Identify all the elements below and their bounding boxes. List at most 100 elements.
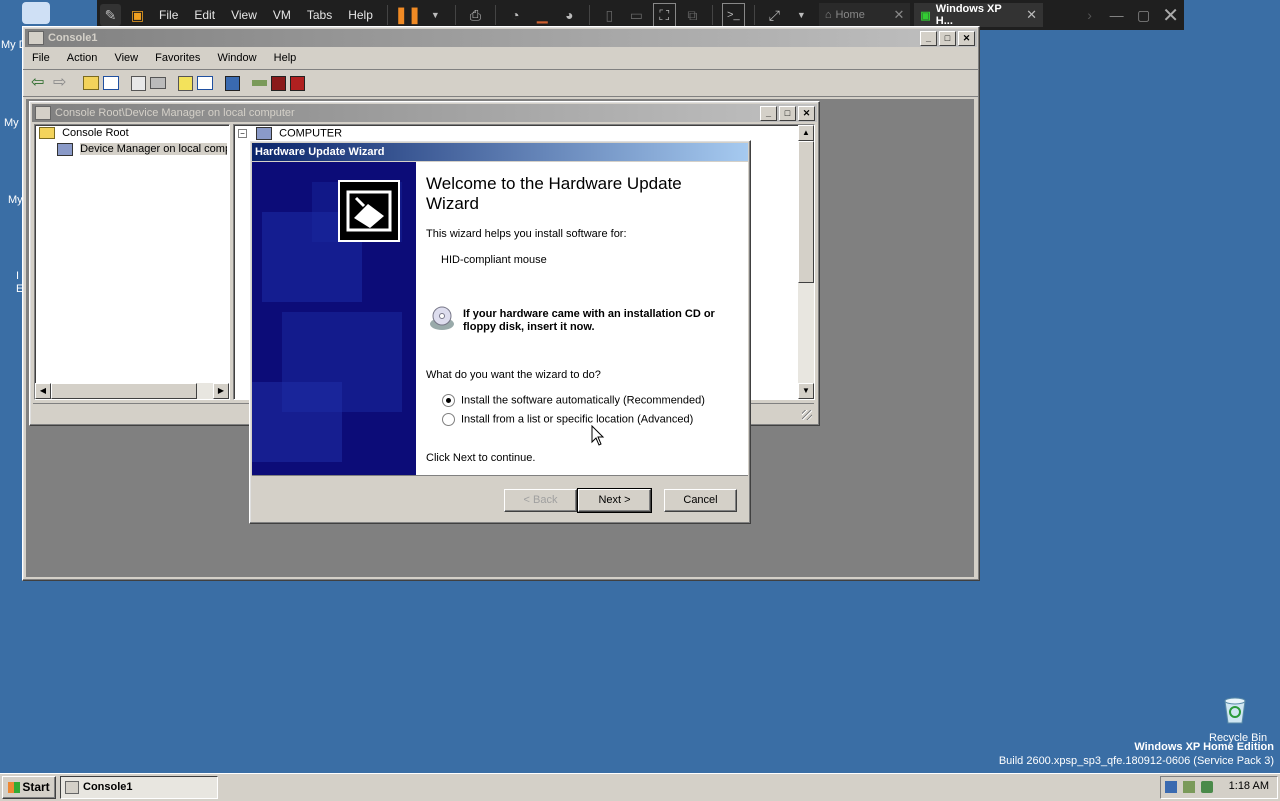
continue-hint: Click Next to continue. (426, 452, 536, 464)
option-automatic[interactable]: Install the software automatically (Reco… (442, 394, 705, 407)
show-hide-tree-icon[interactable] (103, 76, 119, 90)
console-icon[interactable]: >_ (721, 3, 745, 27)
start-button[interactable]: Start (2, 776, 56, 799)
menu-file[interactable]: File (32, 52, 50, 64)
minimize-button[interactable]: _ (920, 30, 937, 46)
desktop-icon-top[interactable] (22, 2, 50, 24)
close-button[interactable]: ✕ (798, 105, 815, 121)
vm-menu-tabs[interactable]: Tabs (307, 8, 332, 22)
clock[interactable]: 1:18 AM (1229, 780, 1269, 792)
dropdown-icon[interactable]: ▼ (791, 4, 812, 26)
vm-menu-help[interactable]: Help (348, 8, 373, 22)
close-button[interactable]: ✕ (958, 30, 975, 46)
taskbar: Start Console1 1:18 AM (0, 773, 1280, 801)
console-titlebar[interactable]: Console1 _ □ ✕ (25, 29, 977, 47)
taskbar-task-console1[interactable]: Console1 (60, 776, 218, 799)
scroll-up-button[interactable]: ▲ (798, 125, 814, 141)
scroll-thumb[interactable] (51, 383, 197, 399)
radio-automatic[interactable] (442, 394, 455, 407)
scroll-thumb[interactable] (798, 141, 814, 283)
print-icon[interactable]: ⎙ (465, 4, 486, 26)
properties-icon[interactable] (131, 75, 146, 91)
system-tray: 1:18 AM (1160, 776, 1278, 799)
wizard-titlebar[interactable]: Hardware Update Wizard (252, 143, 748, 161)
dropdown-icon[interactable]: ▼ (425, 4, 446, 26)
tab-windows-xp[interactable]: ▣ Windows XP H... ✕ (914, 3, 1044, 27)
device-vscrollbar[interactable]: ▲ ▼ (798, 125, 814, 399)
pin-icon[interactable]: ✎ (100, 4, 122, 26)
tree-item-console-root[interactable]: Console Root (39, 127, 129, 140)
vm-menu-vm[interactable]: VM (273, 8, 291, 22)
pause-icon[interactable]: ❚❚ (394, 4, 421, 26)
connection-icon[interactable] (1183, 781, 1195, 793)
menu-view[interactable]: View (114, 52, 138, 64)
back-button[interactable]: < Back (504, 489, 577, 512)
back-arrow-icon[interactable]: ⇦ (31, 74, 49, 92)
menu-favorites[interactable]: Favorites (155, 52, 200, 64)
revert-snapshot-icon[interactable]: ▁ (532, 4, 553, 26)
disable-device-icon[interactable] (290, 75, 305, 91)
tree-item-device-manager[interactable]: Device Manager on local compu (57, 143, 227, 156)
scroll-right-button[interactable]: ▶ (213, 383, 229, 399)
vm-menu-edit[interactable]: Edit (194, 8, 215, 22)
maximize-button[interactable]: □ (939, 30, 956, 46)
security-icon[interactable] (1201, 781, 1213, 793)
snapshot-manager-icon[interactable]: ◕ (559, 4, 580, 26)
desktop-icon-label[interactable]: I (16, 270, 19, 282)
option-advanced[interactable]: Install from a list or specific location… (442, 413, 693, 426)
update-driver-icon[interactable] (252, 80, 267, 86)
stretch-icon[interactable]: ⤢ (764, 4, 785, 26)
tab-home[interactable]: ⌂ Home ✕ (818, 3, 911, 27)
device-tree-root[interactable]: − COMPUTER (238, 127, 342, 140)
wizard-body: Welcome to the Hardware Update Wizard Th… (252, 162, 748, 476)
scroll-down-button[interactable]: ▼ (798, 383, 814, 399)
print-icon[interactable] (150, 77, 166, 89)
snapshot-icon[interactable]: ◔ (505, 4, 526, 26)
collapse-icon[interactable]: − (238, 129, 247, 138)
minimize-button[interactable]: _ (760, 105, 777, 121)
tree-hscrollbar[interactable]: ◀ ▶ (35, 383, 229, 399)
recycle-bin-icon[interactable] (1222, 695, 1248, 725)
sidebar-toggle-icon[interactable]: ▯ (599, 4, 620, 26)
vm-menu-view[interactable]: View (231, 8, 257, 22)
close-icon[interactable]: ✕ (1160, 4, 1181, 27)
radio-advanced[interactable] (442, 413, 455, 426)
show-hide-action-pane-icon[interactable] (197, 76, 213, 90)
resize-grip-icon[interactable] (802, 410, 812, 420)
minimize-icon[interactable]: — (1106, 4, 1127, 26)
cancel-button[interactable]: Cancel (664, 489, 737, 512)
home-icon: ⌂ (824, 9, 832, 21)
unity-icon[interactable]: ⧉ (682, 4, 703, 26)
desktop-icon-label[interactable]: My (4, 117, 19, 129)
close-icon[interactable]: ✕ (893, 7, 904, 23)
menu-action[interactable]: Action (67, 52, 98, 64)
windows-logo-icon (8, 782, 21, 794)
network-icon[interactable] (1165, 781, 1177, 793)
wizard-heading: Welcome to the Hardware Update Wizard (426, 174, 682, 213)
close-icon[interactable]: ✕ (1026, 7, 1037, 23)
scan-hardware-icon[interactable] (225, 75, 240, 91)
start-label: Start (22, 780, 50, 794)
uninstall-icon[interactable] (271, 75, 286, 91)
maximize-icon[interactable]: ▢ (1133, 4, 1154, 26)
vm-menu-file[interactable]: File (159, 8, 178, 22)
up-folder-icon[interactable] (83, 76, 99, 90)
vm-library-icon[interactable]: ▣ (127, 4, 148, 26)
menu-window[interactable]: Window (217, 52, 256, 64)
forward-arrow-icon[interactable]: ⇨ (53, 74, 71, 92)
help-icon[interactable] (178, 75, 193, 91)
cd-note: If your hardware came with an installati… (463, 308, 715, 333)
chevron-right-icon[interactable]: › (1079, 4, 1100, 26)
window-title: Console1 (48, 32, 98, 44)
tree-item-label: Device Manager on local compu (80, 143, 227, 156)
console-menubar: File Action View Favorites Window Help (23, 47, 979, 70)
desktop-icon-label[interactable]: My (8, 194, 23, 206)
device-root-label: COMPUTER (279, 127, 343, 140)
maximize-button[interactable]: □ (779, 105, 796, 121)
next-button[interactable]: Next > (577, 488, 652, 513)
menu-help[interactable]: Help (274, 52, 297, 64)
fullscreen-icon[interactable]: ⛶ (652, 3, 676, 27)
thumbnail-bar-icon[interactable]: ▭ (626, 4, 647, 26)
child-titlebar[interactable]: Console Root\Device Manager on local com… (32, 104, 817, 122)
scroll-left-button[interactable]: ◀ (35, 383, 51, 399)
